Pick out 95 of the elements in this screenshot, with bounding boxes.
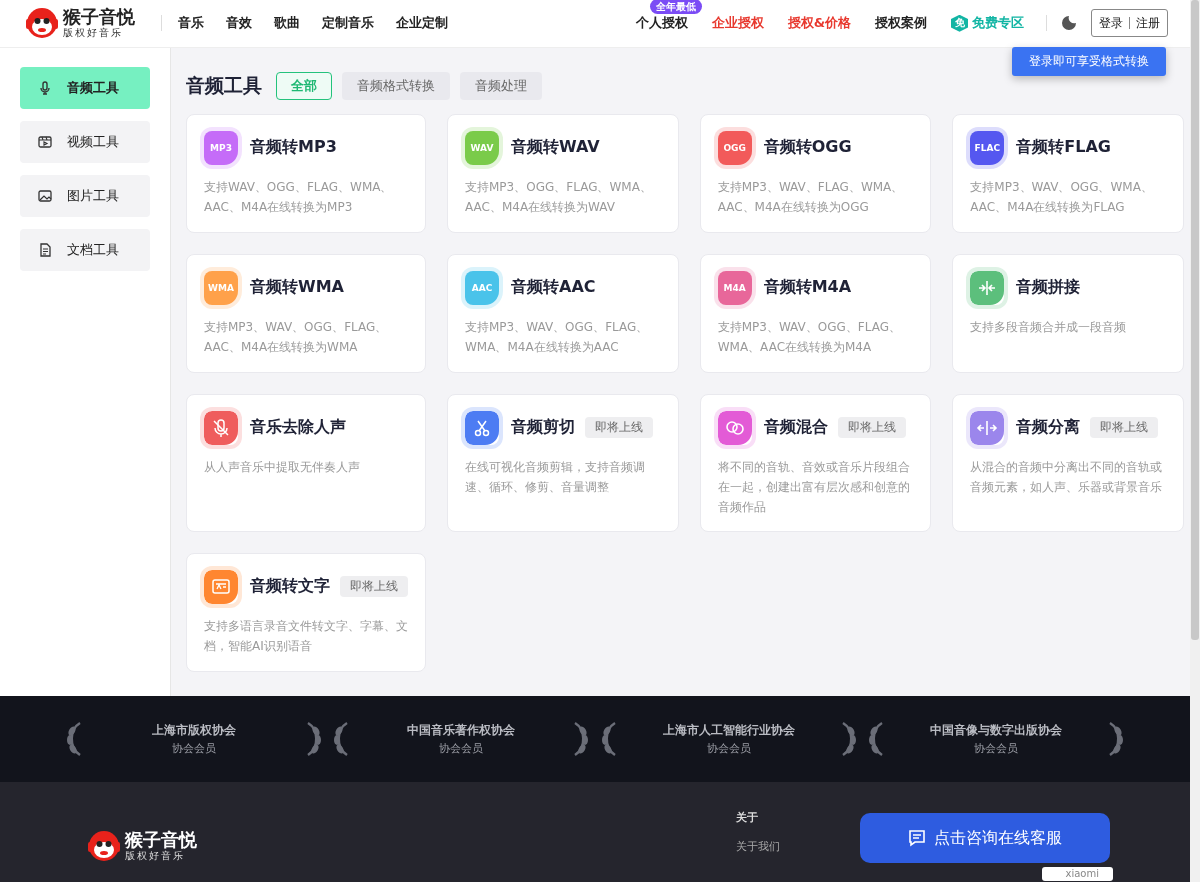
image-icon xyxy=(37,187,53,204)
tool-description: 支持WAV、OGG、FLAG、WMA、AAC、M4A在线转换为MP3 xyxy=(204,178,394,216)
association-name: 上海市版权协会 xyxy=(151,722,236,739)
tool-description: 支持MP3、WAV、OGG、WMA、AAC、M4A在线转换为FLAG xyxy=(970,178,1154,216)
tool-title: 音频转AAC xyxy=(511,277,596,299)
tool-title: 音频混合 xyxy=(763,417,828,439)
tool-description: 支持MP3、WAV、FLAG、WMA、AAC、M4A在线转换为OGG xyxy=(717,178,905,216)
coming-soon-tag: 即将上线 xyxy=(585,417,653,439)
tool-description: 支持MP3、WAV、OGG、FLAG、WMA、AAC在线转换为M4A xyxy=(717,318,902,356)
tool-card[interactable]: 音频剪切 即将上线 在线可视化音频剪辑，支持音频调速、循环、修剪、音量调整 xyxy=(447,393,679,532)
tool-card[interactable]: 音乐去除人声 从人声音乐中提取无伴奏人声 xyxy=(186,393,426,532)
tool-title: 音频拼接 xyxy=(1016,277,1081,299)
filter-tab[interactable]: 音频处理 xyxy=(460,71,542,100)
sidebar-item[interactable]: 视频工具 xyxy=(20,120,150,163)
association-name: 中国音乐著作权协会 xyxy=(407,722,516,739)
tool-description: 支持MP3、OGG、FLAG、WMA、AAC、M4A在线转换为WAV xyxy=(465,178,653,216)
register-link[interactable]: 注册 xyxy=(1136,14,1160,32)
tool-card[interactable]: WMA 音频转WMA 支持MP3、WAV、OGG、FLAG、AAC、M4A在线转换为WMA xyxy=(186,253,426,373)
login-link[interactable]: 登录 xyxy=(1099,14,1123,32)
chat-icon xyxy=(908,829,926,847)
tool-title: 音频分离 xyxy=(1016,417,1081,439)
tool-card[interactable]: 音频混合 即将上线 将不同的音轨、音效或音乐片段组合在一起，创建出富有层次感和创意的音频作品 xyxy=(699,393,932,532)
tool-card[interactable]: OGG 音频转OGG 支持MP3、WAV、FLAG、WMA、AAC、M4A在线转换为OGG xyxy=(699,113,932,233)
tool-description: 支持多段音频合并成一段音频 xyxy=(970,318,1128,336)
promo-badge: 全年最低 xyxy=(649,0,702,15)
sidebar-item[interactable]: 图片工具 xyxy=(20,174,150,217)
tool-title: 音频转文字 xyxy=(250,576,330,598)
document-icon xyxy=(37,241,53,258)
format-icon: OGG xyxy=(717,130,752,165)
tool-card[interactable]: WAV 音频转WAV 支持MP3、OGG、FLAG、WMA、AAC、M4A在线转换为WAV xyxy=(447,113,679,233)
logo-slogan: 版权好音乐 xyxy=(125,850,186,862)
tool-description: 从混合的音频中分离出不同的音轨或音频元素，如人声、乐器或背景音乐 xyxy=(970,458,1164,496)
tool-title: 音频转WMA xyxy=(250,277,344,299)
format-icon: FLAC xyxy=(970,130,1005,165)
tool-card[interactable]: FLAC 音频转FLAG 支持MP3、WAV、OGG、WMA、AAC、M4A在线转换为FLAG xyxy=(952,113,1184,233)
association-name: 上海市人工智能行业协会 xyxy=(662,722,795,739)
tool-title: 音频剪切 xyxy=(511,417,575,439)
tool-card[interactable]: AAC 音频转AAC 支持MP3、WAV、OGG、FLAG、WMA、M4A在线转换为AAC xyxy=(447,253,679,373)
tool-title: 音频转FLAG xyxy=(1016,137,1111,159)
nav-link[interactable]: 音乐 xyxy=(178,14,204,33)
filter-tab[interactable]: 音频格式转换 xyxy=(342,71,450,100)
partner-logo[interactable]: xiaomi xyxy=(1041,867,1113,881)
login-tooltip: 登录即可享受格式转换 xyxy=(1012,47,1166,76)
nav-link[interactable]: 定制音乐 xyxy=(322,14,374,33)
format-icon: WAV xyxy=(465,130,499,165)
video-icon xyxy=(37,133,53,150)
tool-title: 音频转M4A xyxy=(763,277,852,299)
coming-soon-tag: 即将上线 xyxy=(340,576,408,598)
tool-description: 支持MP3、WAV、OGG、FLAG、WMA、M4A在线转换为AAC xyxy=(465,318,650,356)
monkey-logo-icon xyxy=(87,829,121,863)
membership-label: 协会会员 xyxy=(439,741,484,756)
footer-link[interactable]: 关于我们 xyxy=(736,839,780,854)
nav-link[interactable]: 音效 xyxy=(226,14,252,33)
logo-slogan: 版权好音乐 xyxy=(63,27,124,40)
sidebar-item[interactable]: 音频工具 xyxy=(20,66,150,109)
logo-name: 猴子音悦 xyxy=(63,7,135,28)
microphone-icon xyxy=(37,79,53,96)
tool-card[interactable]: M4A 音频转M4A 支持MP3、WAV、OGG、FLAG、WMA、AAC在线转换为M4A xyxy=(699,253,932,373)
page-title: 音频工具 xyxy=(186,72,262,98)
tool-description: 将不同的音轨、音效或音乐片段组合在一起，创建出富有层次感和创意的音频作品 xyxy=(717,458,911,516)
tool-card[interactable]: MP3 音频转MP3 支持WAV、OGG、FLAG、WMA、AAC、M4A在线转换为MP3 xyxy=(186,113,426,233)
sidebar-item[interactable]: 文档工具 xyxy=(20,228,150,271)
tool-description: 支持多语言录音文件转文字、字幕、文档，智能AI识别语音 xyxy=(204,617,408,655)
logo-name: 猴子音悦 xyxy=(125,830,197,850)
tool-description: 在线可视化音频剪辑，支持音频调速、循环、修剪、音量调整 xyxy=(465,458,646,496)
tool-title: 音频转MP3 xyxy=(250,137,337,159)
membership-label: 协会会员 xyxy=(171,741,216,756)
membership-label: 协会会员 xyxy=(974,741,1019,756)
nav-link[interactable]: 授权&价格 xyxy=(787,14,851,33)
membership-label: 协会会员 xyxy=(706,741,751,756)
tool-title: 音频转WAV xyxy=(511,137,600,159)
footer-heading: 关于 xyxy=(736,810,759,825)
tool-description: 支持MP3、WAV、OGG、FLAG、AAC、M4A在线转换为WMA xyxy=(204,318,389,356)
tool-card[interactable]: 音频拼接 支持多段音频合并成一段音频 xyxy=(952,253,1184,373)
tool-description: 从人声音乐中提取无伴奏人声 xyxy=(204,458,361,476)
nav-link[interactable]: 企业定制 xyxy=(396,14,448,33)
format-icon: MP3 xyxy=(204,130,238,165)
tool-title: 音乐去除人声 xyxy=(250,417,346,439)
moon-icon[interactable] xyxy=(1061,15,1077,32)
nav-link[interactable]: 个人授权 xyxy=(635,14,688,33)
coming-soon-tag: 即将上线 xyxy=(837,417,906,439)
tool-card[interactable]: 音频分离 即将上线 从混合的音频中分离出不同的音轨或音频元素，如人声、乐器或背景音乐 xyxy=(952,393,1184,532)
tool-title: 音频转OGG xyxy=(763,137,852,159)
nav-link[interactable]: 授权案例 xyxy=(875,14,927,33)
coming-soon-tag: 即将上线 xyxy=(1090,417,1159,439)
nav-link[interactable]: 企业授权 xyxy=(711,14,764,33)
chat-button[interactable]: 点击咨询在线客服 xyxy=(860,813,1110,863)
scrollbar[interactable] xyxy=(1190,0,1200,882)
monkey-logo-icon xyxy=(25,6,59,41)
format-icon: M4A xyxy=(717,270,752,305)
format-icon: AAC xyxy=(465,270,499,305)
format-icon: WMA xyxy=(204,270,238,305)
association-name: 中国音像与数字出版协会 xyxy=(930,722,1063,739)
nav-link[interactable]: 歌曲 xyxy=(274,14,300,33)
tool-card[interactable]: 音频转文字 即将上线 支持多语言录音文件转文字、字幕、文档，智能AI识别语音 xyxy=(186,552,426,672)
